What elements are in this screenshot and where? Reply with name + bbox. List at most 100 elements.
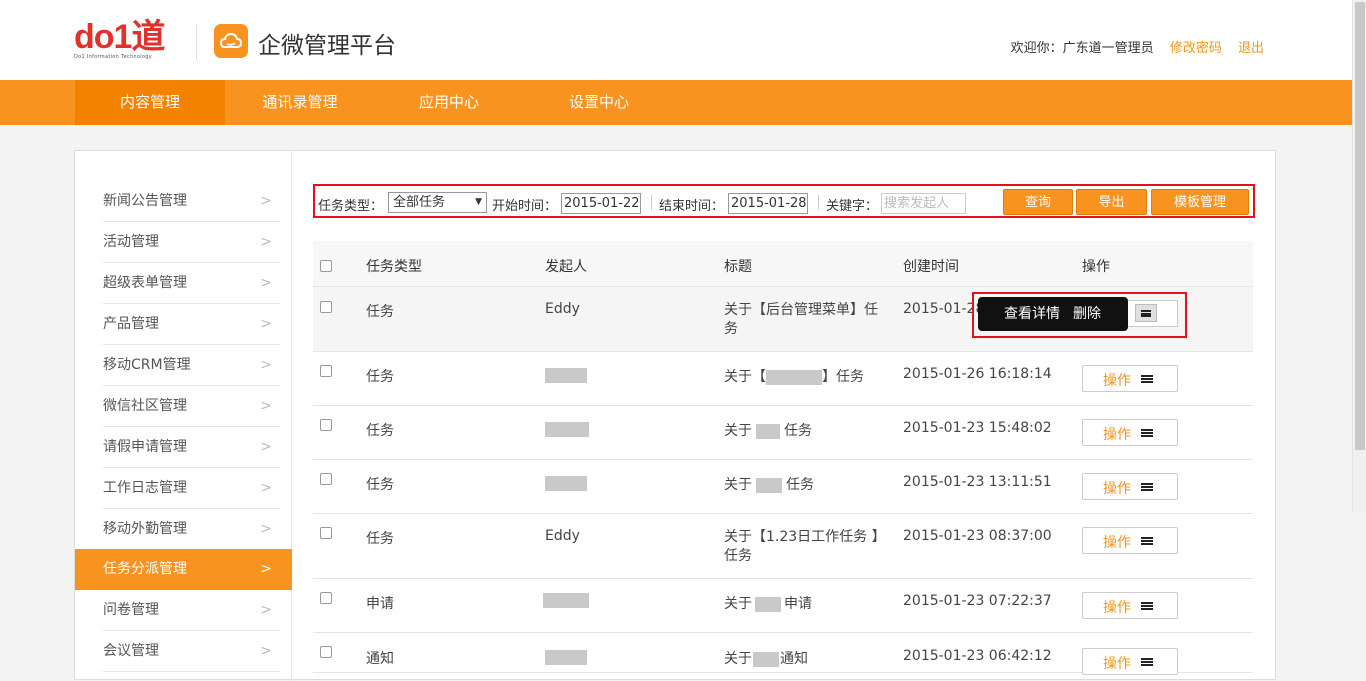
filter-bar: 任务类型： 全部任务 ▼ 开始时间： 2015-01-22 结束时间： 2015-… [313, 184, 1255, 218]
cell-type: 任务 [366, 477, 394, 493]
operation-button[interactable]: 操作 [1082, 473, 1178, 500]
sidebar-item[interactable]: 请假申请管理 > [75, 427, 292, 468]
do1-logo: do1道 Do1 Information Technology [74, 20, 184, 60]
redacted-block [545, 649, 587, 665]
header: do1道 Do1 Information Technology 企微管理平台 欢… [0, 0, 1352, 80]
page-scrollbar[interactable] [1352, 0, 1366, 512]
cell-time: 2015-01-23 08:37:00 [903, 528, 1052, 544]
cell-sender [545, 367, 587, 383]
keyword-input[interactable]: 搜索发起人 [881, 193, 966, 214]
table-row[interactable]: 申请 关于 申请 2015-01-23 07:22:37 操作 [313, 579, 1253, 633]
export-button[interactable]: 导出 [1076, 189, 1147, 215]
cell-title: 关于【后台管理菜单】任务 [724, 302, 878, 337]
cell-type: 任务 [366, 369, 394, 385]
sidebar-item-label: 超级表单管理 [103, 275, 187, 291]
sidebar-item[interactable]: 问卷管理 > [75, 590, 292, 631]
chevron-right-icon: > [260, 193, 272, 209]
operation-button[interactable]: 操作 [1082, 527, 1178, 554]
row-checkbox[interactable] [320, 646, 332, 658]
chevron-right-icon: > [260, 439, 272, 455]
menu-icon [1141, 658, 1153, 666]
table-row[interactable]: 任务 Eddy 关于【1.23日工作任务 】任务 2015-01-23 08:3… [313, 514, 1253, 579]
table-header: 任务类型 发起人 标题 创建时间 操作 [313, 241, 1253, 287]
sidebar-item-label: 移动CRM管理 [103, 357, 191, 373]
cell-type: 申请 [366, 596, 394, 612]
menu-icon [1141, 483, 1153, 491]
operation-label: 操作 [1103, 481, 1131, 497]
sidebar-item[interactable]: 会议管理 > [75, 631, 292, 672]
sidebar-item-task-dispatch[interactable]: 任务分派管理 > [75, 549, 292, 590]
cell-time: 2015-01-23 15:48:02 [903, 420, 1052, 436]
row-checkbox[interactable] [320, 592, 332, 604]
chevron-right-icon: > [260, 398, 272, 414]
sidebar-item[interactable]: 微信社区管理 > [75, 386, 292, 427]
row-checkbox[interactable] [320, 301, 332, 313]
sidebar-item[interactable]: 工作日志管理 > [75, 468, 292, 509]
sidebar-item[interactable]: 产品管理 > [75, 304, 292, 345]
column-header: 任务类型 [366, 259, 422, 275]
end-date-input[interactable]: 2015-01-28 [728, 193, 808, 214]
operation-button[interactable]: 操作 [1082, 592, 1178, 619]
task-type-label: 任务类型： [318, 199, 384, 214]
column-header: 标题 [724, 259, 752, 275]
chevron-right-icon: > [260, 480, 272, 496]
sidebar: 新闻公告管理 > 活动管理 > 超级表单管理 > 产品管理 > 移动CRM管理 > 微信社… [75, 151, 292, 681]
sidebar-item[interactable]: 移动CRM管理 > [75, 345, 292, 386]
start-date-input[interactable]: 2015-01-22 [561, 193, 641, 214]
row-checkbox[interactable] [320, 365, 332, 377]
chevron-right-icon: > [260, 643, 272, 659]
column-header: 操作 [1082, 259, 1110, 275]
operation-button[interactable]: 操作 [1082, 365, 1178, 392]
table-row[interactable]: 任务 关于 任务 2015-01-23 15:48:02 操作 [313, 406, 1253, 460]
cell-sender [545, 421, 589, 437]
sidebar-item[interactable]: 超级表单管理 > [75, 263, 292, 304]
menu-icon [1141, 537, 1153, 545]
row-checkbox[interactable] [320, 419, 332, 431]
scrollbar-thumb[interactable] [1355, 2, 1365, 450]
logo-divider [196, 24, 197, 60]
cell-title: 关于 申请 [724, 596, 812, 612]
sidebar-item-label: 工作日志管理 [103, 480, 187, 496]
filter-divider [818, 195, 819, 210]
sidebar-item-label: 任务分派管理 [103, 561, 187, 577]
sidebar-item[interactable]: 活动管理 > [75, 222, 292, 263]
cell-sender: Eddy [545, 301, 580, 317]
operation-button[interactable]: 操作 [1082, 648, 1178, 675]
table-row[interactable]: 任务 关于【 】任务 2015-01-26 16:18:14 操作 [313, 352, 1253, 406]
task-type-select[interactable]: 全部任务 ▼ [388, 192, 487, 213]
nav-app-center[interactable]: 应用中心 [374, 80, 524, 125]
sidebar-item[interactable]: 移动外勤管理 > [75, 509, 292, 550]
user-links: 欢迎你：广东道一管理员 修改密码 退出 [1011, 37, 1264, 56]
redacted-block [755, 596, 781, 612]
cell-title: 关于 任务 [724, 477, 814, 493]
sidebar-item[interactable]: 新闻公告管理 > [75, 181, 292, 222]
chevron-right-icon: > [260, 521, 272, 537]
task-type-value: 全部任务 [393, 195, 446, 210]
sidebar-item-label: 请假申请管理 [103, 439, 187, 455]
change-password-link[interactable]: 修改密码 [1170, 41, 1222, 56]
row-checkbox[interactable] [320, 473, 332, 485]
nav-content-management[interactable]: 内容管理 [75, 80, 225, 125]
nav-settings-center[interactable]: 设置中心 [524, 80, 674, 125]
chevron-right-icon: > [260, 275, 272, 291]
cell-sender [543, 592, 589, 608]
select-all-checkbox[interactable] [320, 260, 332, 272]
cell-time: 2015-01-23 06:42:12 [903, 648, 1052, 664]
operation-button[interactable]: 操作 [1082, 419, 1178, 446]
operation-label: 操作 [1103, 535, 1131, 551]
redacted-block [545, 367, 587, 383]
redacted-block [756, 423, 780, 439]
column-header: 创建时间 [903, 259, 959, 275]
row-checkbox[interactable] [320, 527, 332, 539]
cell-time: 2015-01-23 07:22:37 [903, 593, 1052, 609]
template-management-button[interactable]: 模板管理 [1151, 189, 1249, 215]
table-row[interactable]: 任务 关于 任务 2015-01-23 13:11:51 操作 [313, 460, 1253, 514]
cloud-icon [214, 24, 248, 58]
cell-title: 关于 通知 [724, 651, 808, 667]
nav-contacts-management[interactable]: 通讯录管理 [225, 80, 375, 125]
logout-link[interactable]: 退出 [1238, 41, 1264, 56]
cell-title: 关于【1.23日工作任务 】任务 [724, 529, 879, 564]
table-row[interactable]: 通知 关于 通知 2015-01-23 06:42:12 操作 [313, 633, 1253, 675]
end-time-label: 结束时间： [659, 199, 725, 214]
query-button[interactable]: 查询 [1003, 189, 1073, 215]
